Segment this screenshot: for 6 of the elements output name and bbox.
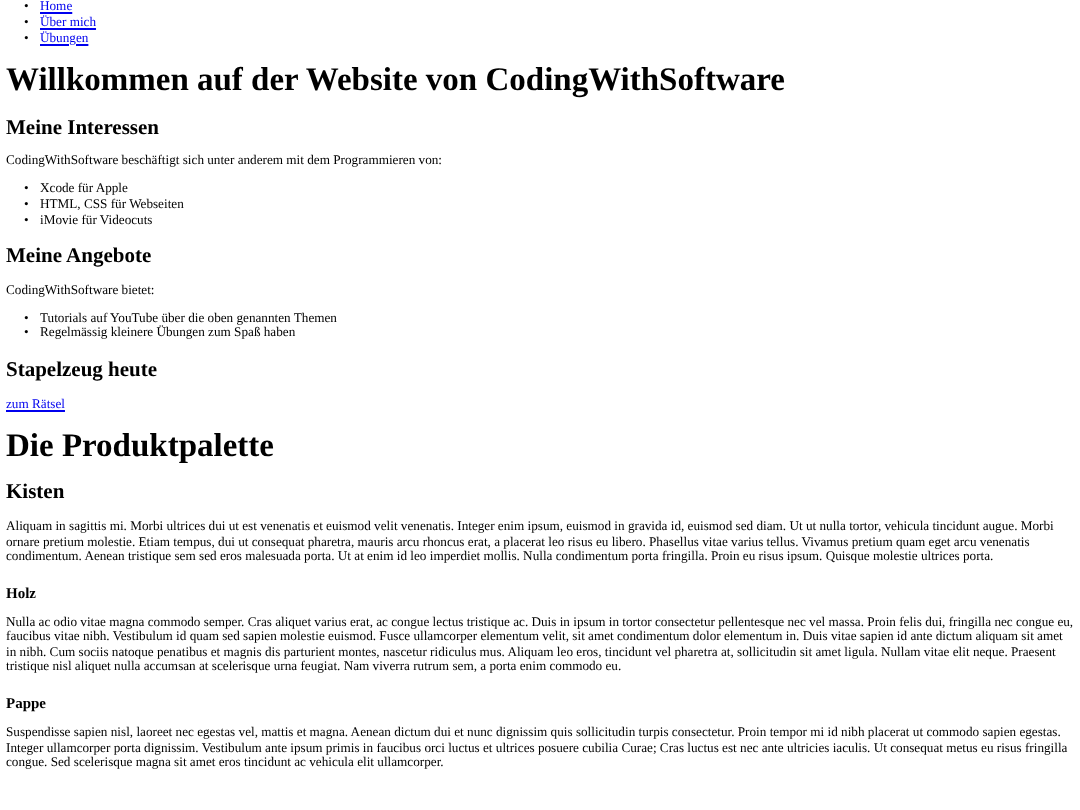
page-title: Die Produktpalette <box>6 425 276 465</box>
section-heading: Meine Interessen <box>6 117 161 143</box>
section-heading: Stapelzeug heute <box>6 360 160 386</box>
page-title: Willkommen auf der Website von CodingWithSoftware <box>6 59 787 100</box>
section-heading: Meine Angebote <box>6 246 154 272</box>
section-heading: Kisten <box>6 482 67 508</box>
